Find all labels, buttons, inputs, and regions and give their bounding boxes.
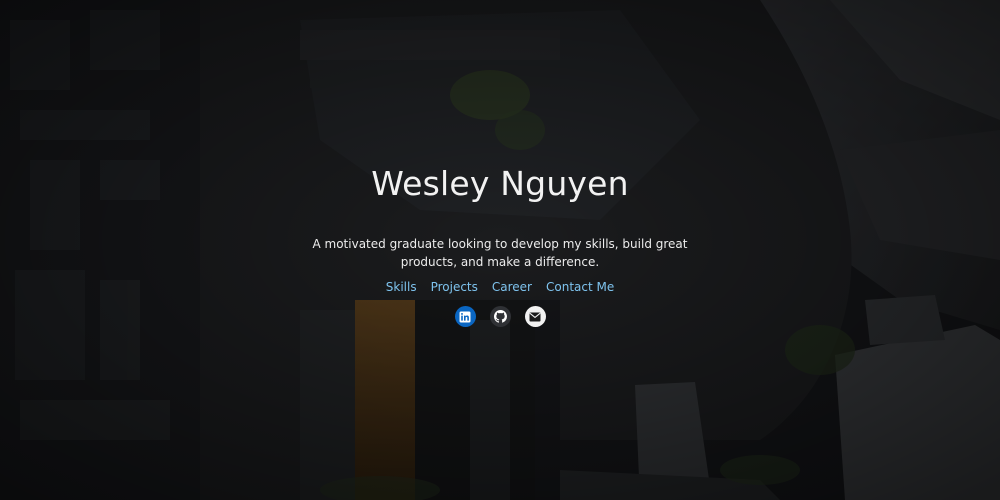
nav-link-projects[interactable]: Projects xyxy=(431,279,478,296)
linkedin-icon xyxy=(459,311,471,322)
nav-link-skills[interactable]: Skills xyxy=(386,279,417,296)
nav-link-career[interactable]: Career xyxy=(492,279,532,296)
hero-content: Wesley Nguyen A motivated graduate looki… xyxy=(0,0,1000,500)
section-nav: Skills Projects Career Contact Me xyxy=(0,279,1000,296)
page-title: Wesley Nguyen xyxy=(371,164,629,203)
hero-section: Wesley Nguyen A motivated graduate looki… xyxy=(0,0,1000,500)
nav-link-contact[interactable]: Contact Me xyxy=(546,279,614,296)
social-links xyxy=(0,306,1000,327)
email-icon xyxy=(529,312,541,321)
tagline: A motivated graduate looking to develop … xyxy=(312,237,688,269)
linkedin-button[interactable] xyxy=(454,306,476,327)
email-button[interactable] xyxy=(524,306,546,327)
github-button[interactable] xyxy=(489,306,511,327)
github-icon xyxy=(493,310,507,323)
